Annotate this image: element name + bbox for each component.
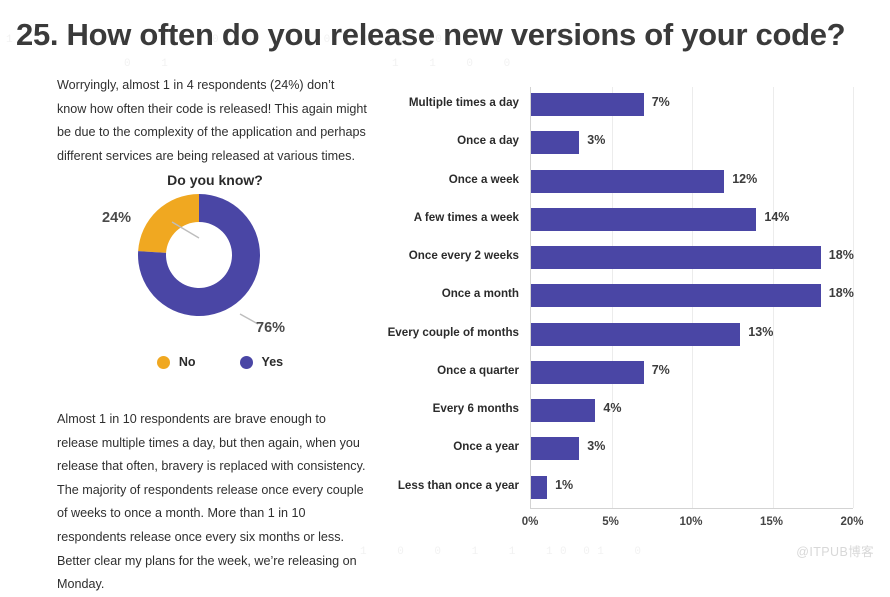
legend-item-no[interactable]: No [156, 355, 196, 369]
binary-row: 1 0 0 1 1 1 0 [360, 546, 602, 558]
donut-value-label-no: 24% [102, 210, 132, 226]
donut-legend: No Yes [120, 355, 320, 369]
bar-category-label: Less than once a year [397, 478, 519, 492]
bar[interactable] [531, 284, 821, 308]
bar-value-label: 18% [828, 286, 854, 301]
bar-value-label: 7% [651, 362, 670, 377]
bar-chart: Multiple times a day 7% Once a day 3% Once a… [388, 84, 876, 539]
bar[interactable] [531, 93, 644, 116]
commentary-top: Worryingly, almost 1 in 4 respondents (2… [57, 74, 367, 168]
legend-swatch-no-icon [156, 355, 170, 369]
bar-value-label: 1% [555, 477, 574, 492]
bar-value-label: 12% [732, 171, 758, 186]
bar-value-label: 7% [651, 95, 670, 109]
x-axis-tick-label: 10% [679, 516, 703, 528]
bar-category-label: Once every 2 weeks [408, 249, 519, 263]
page-title: 25. How often do you release new version… [16, 16, 846, 52]
binary-row: 0 1 0 [560, 546, 654, 558]
bar-category-label: Once a month [441, 287, 519, 301]
bar[interactable] [531, 399, 596, 423]
bar-chart-row: Every 6 months 4% [433, 393, 853, 428]
bar-value-label: 3% [587, 439, 606, 454]
bar[interactable] [531, 437, 580, 461]
bar-chart-row: Once every 2 weeks 18% [409, 240, 854, 275]
bar-value-label: 14% [764, 209, 790, 224]
bar-category-label: Once a week [448, 172, 519, 186]
bar-category-label: Once a year [453, 440, 519, 454]
bar-value-label: 4% [603, 401, 622, 416]
donut-chart-svg [138, 194, 260, 325]
bar-chart-row: Once a week 12% [449, 164, 853, 199]
x-axis-tick-label: 20% [840, 516, 864, 528]
bar-value-label: 3% [587, 133, 606, 148]
legend-label-yes: Yes [261, 355, 284, 369]
bar-chart-row: Once a month 18% [442, 278, 854, 313]
bar[interactable] [531, 169, 725, 193]
bar-chart-plot-area: Multiple times a day 7% Once a day 3% Once a… [388, 87, 854, 509]
bar[interactable] [531, 322, 741, 346]
legend-item-yes[interactable]: Yes [239, 355, 284, 369]
bar-category-label: Every 6 months [432, 402, 519, 416]
bar-category-label: A few times a week [413, 210, 519, 224]
legend-label-no: No [178, 355, 196, 369]
paragraph-1: Worryingly, almost 1 in 4 respondents (2… [57, 78, 367, 163]
bar-chart-row: Once a day 3% [457, 125, 853, 160]
donut-chart-title: Do you know? [167, 172, 263, 188]
bar[interactable] [531, 246, 821, 270]
watermark: @ITPUB博客 [796, 545, 874, 559]
donut-chart: Do you know? 24% 76% No Yes [100, 172, 330, 387]
bar-chart-row: Multiple times a day 7% [409, 87, 853, 122]
paragraph-2: Almost 1 in 10 respondents are brave eno… [57, 412, 366, 592]
donut-slice-no[interactable] [138, 194, 199, 253]
x-axis-tick-label: 15% [759, 516, 784, 528]
bar-chart-row: Every couple of months 13% [388, 317, 853, 352]
binary-row: 1 1 0 0 [392, 58, 523, 70]
bar-chart-row: Less than once a year 1% [398, 470, 853, 505]
bar-chart-row: Once a quarter 7% [437, 355, 853, 390]
bar-value-label: 18% [828, 248, 854, 263]
bar-category-label: Once a day [457, 134, 519, 148]
bar-category-label: Multiple times a day [408, 96, 519, 109]
bar[interactable] [531, 360, 644, 384]
x-axis-tick-label: 0% [521, 516, 539, 528]
bar[interactable] [531, 475, 548, 499]
donut-value-label-yes: 76% [256, 320, 286, 336]
bar-chart-row: A few times a week 14% [414, 202, 853, 237]
legend-swatch-yes-icon [239, 355, 253, 369]
x-axis-tick-label: 5% [602, 516, 619, 528]
bar-category-label: Every couple of months [387, 325, 519, 339]
bar-category-label: Once a quarter [437, 363, 519, 377]
bar-chart-row: Once a year 3% [453, 431, 853, 466]
bar[interactable] [531, 131, 580, 155]
bar-value-label: 13% [748, 324, 774, 339]
binary-row: 0 1 [124, 58, 180, 70]
bar[interactable] [531, 207, 757, 231]
